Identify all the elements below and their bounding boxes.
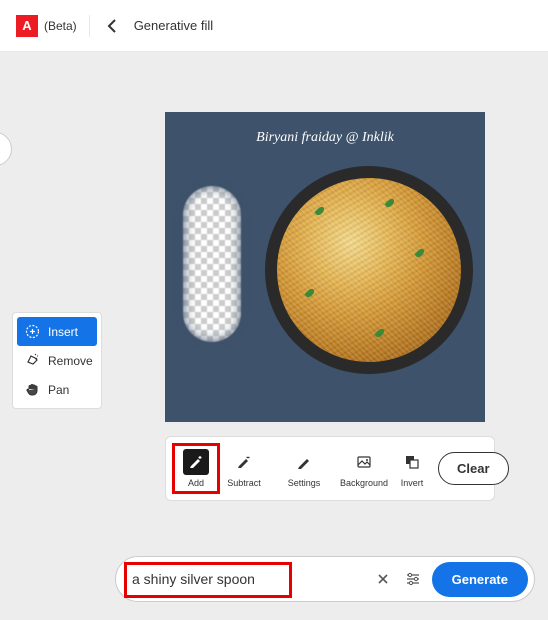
canvas-area: Biryani fraiday @ Inklik Add	[165, 112, 485, 620]
prompt-input[interactable]	[132, 571, 364, 587]
sliders-icon	[405, 571, 421, 587]
logo-wrap: A (Beta)	[16, 15, 90, 37]
clear-prompt-button[interactable]	[372, 568, 394, 590]
canvas[interactable]: Biryani fraiday @ Inklik	[165, 112, 485, 422]
close-icon	[377, 573, 389, 585]
tool-add[interactable]: Add	[174, 445, 218, 492]
tool-invert[interactable]: Invert	[390, 445, 434, 492]
sidebar-item-insert[interactable]: Insert	[17, 317, 97, 346]
plate-image	[265, 166, 473, 374]
tool-label: Add	[188, 478, 204, 488]
subtract-brush-icon	[231, 449, 257, 475]
sidebar-item-remove[interactable]: Remove	[17, 346, 97, 375]
invert-icon	[399, 449, 425, 475]
tool-label: Settings	[288, 478, 321, 488]
add-brush-icon	[183, 449, 209, 475]
tool-label: Subtract	[227, 478, 261, 488]
remove-icon	[25, 353, 40, 368]
left-edge-handle[interactable]	[0, 132, 12, 166]
prompt-settings-button[interactable]	[402, 568, 424, 590]
sidebar-item-pan[interactable]: Pan	[17, 375, 97, 404]
rice-image	[277, 178, 461, 362]
selection-mask[interactable]	[183, 186, 241, 342]
beta-label: (Beta)	[44, 19, 77, 33]
header: A (Beta) Generative fill	[0, 0, 548, 52]
settings-brush-icon	[291, 449, 317, 475]
tool-subtract[interactable]: Subtract	[222, 445, 266, 492]
chevron-left-icon	[107, 19, 117, 33]
tool-background[interactable]: Background	[342, 445, 386, 492]
tool-label: Invert	[401, 478, 424, 488]
tool-label: Background	[340, 478, 388, 488]
toolbar: Add Subtract Settings Background	[165, 436, 495, 501]
main: Insert Remove Pan Biryani fraiday @ Inkl…	[0, 52, 548, 620]
back-button[interactable]	[100, 14, 124, 38]
sidebar-item-label: Pan	[48, 383, 69, 397]
sidebar-item-label: Insert	[48, 325, 78, 339]
clear-button[interactable]: Clear	[438, 452, 509, 485]
generate-button[interactable]: Generate	[432, 562, 528, 597]
background-icon	[351, 449, 377, 475]
sidebar-item-label: Remove	[48, 354, 93, 368]
page-title: Generative fill	[134, 18, 213, 33]
pan-icon	[25, 382, 40, 397]
insert-icon	[25, 324, 40, 339]
canvas-image-title: Biryani fraiday @ Inklik	[179, 130, 471, 146]
prompt-bar: Generate	[115, 556, 535, 602]
adobe-logo-icon: A	[16, 15, 38, 37]
tool-settings[interactable]: Settings	[282, 445, 326, 492]
sidebar: Insert Remove Pan	[12, 312, 102, 409]
